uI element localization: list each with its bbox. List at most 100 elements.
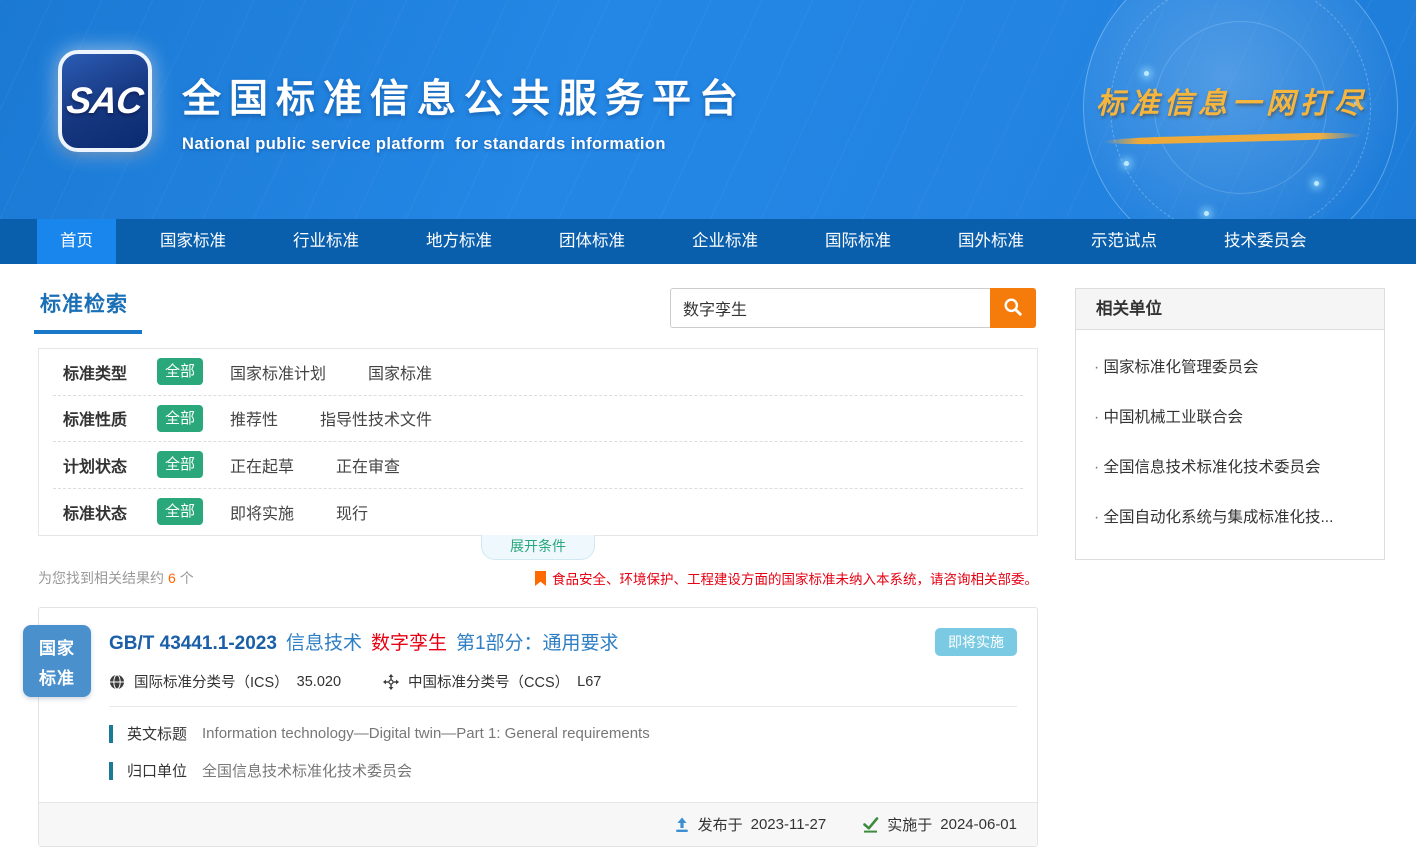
filter-option[interactable]: 即将实施 [230, 500, 294, 524]
site-subtitle: National public service platform for sta… [182, 135, 746, 154]
page-content: 标准检索 标准类型全部国家标准计划国家标准标准性质全部推荐性指导性技术文件计划状… [0, 264, 1416, 847]
filter-row-3: 标准状态全部 即将实施 现行 [53, 489, 1023, 536]
related-units-panel: 相关单位 国家标准化管理委员会中国机械工业联合会全国信息技术标准化技术委员会全国… [1075, 288, 1385, 560]
search-section: 标准检索 [38, 288, 1038, 335]
nav-item-4[interactable]: 团体标准 [536, 219, 648, 264]
nav-item-0[interactable]: 首页 [37, 219, 116, 264]
title-highlight: 数字孪生 [371, 633, 447, 654]
nav-item-1[interactable]: 国家标准 [137, 219, 249, 264]
results-row: 为您找到相关结果约6个 食品安全、环境保护、工程建设方面的国家标准未纳入本系统，… [38, 567, 1038, 589]
filter-row-label: 标准性质 [63, 406, 157, 430]
related-units-list: 国家标准化管理委员会中国机械工业联合会全国信息技术标准化技术委员会全国自动化系统… [1076, 330, 1384, 559]
card-field-1: 归口单位全国信息技术标准化技术委员会 [39, 760, 1037, 781]
filter-option[interactable]: 国家标准计划 [230, 360, 326, 384]
published-label: 发布于 [698, 814, 743, 835]
filter-row-0: 标准类型全部 国家标准计划 国家标准 [53, 349, 1023, 396]
filter-option[interactable]: 现行 [336, 500, 368, 524]
filter-all-button[interactable]: 全部 [157, 498, 203, 525]
related-unit-item-3[interactable]: 全国自动化系统与集成标准化技... [1094, 505, 1366, 527]
site-title: 全国标准信息公共服务平台 [182, 68, 746, 124]
search-icon [1003, 297, 1023, 320]
search-input[interactable] [670, 288, 990, 328]
implemented-date-item: 实施于 2024-06-01 [862, 814, 1017, 835]
field-label: 英文标题 [127, 723, 187, 744]
title-suffix: 第1部分：通用要求 [456, 633, 619, 654]
field-bar [109, 725, 113, 743]
result-card: 国家 标准 GB/T 43441.1-2023 信息技术数字孪生第1部分：通用要求… [38, 607, 1038, 847]
filter-option[interactable]: 指导性技术文件 [320, 406, 432, 430]
header-titles: 全国标准信息公共服务平台 National public service pla… [182, 68, 746, 154]
card-footer: 发布于 2023-11-27 实施于 2024-06-01 [39, 802, 1037, 846]
nav-item-5[interactable]: 企业标准 [669, 219, 781, 264]
card-fields: 英文标题 Information technology—Digital twin—… [39, 723, 1037, 781]
badge-line2: 标准 [39, 664, 75, 689]
nav-item-7[interactable]: 国外标准 [935, 219, 1047, 264]
sac-logo-text: SAC [64, 80, 145, 122]
related-unit-item-2[interactable]: 全国信息技术标准化技术委员会 [1094, 455, 1366, 477]
nav-item-6[interactable]: 国际标准 [802, 219, 914, 264]
search-box [670, 288, 1036, 328]
standard-title-link[interactable]: GB/T 43441.1-2023 信息技术数字孪生第1部分：通用要求 [109, 628, 619, 655]
nav-item-3[interactable]: 地方标准 [403, 219, 515, 264]
status-badge: 即将实施 [935, 628, 1017, 656]
search-button[interactable] [990, 288, 1036, 328]
nav-item-2[interactable]: 行业标准 [270, 219, 382, 264]
field-value: 全国信息技术标准化技术委员会 [202, 760, 412, 781]
published-date-item: 发布于 2023-11-27 [674, 814, 827, 835]
filter-option[interactable]: 国家标准 [368, 360, 432, 384]
ics-meta: 国际标准分类号（ICS） 35.020 [109, 671, 341, 692]
related-unit-item-1[interactable]: 中国机械工业联合会 [1094, 405, 1366, 427]
ics-value: 35.020 [297, 674, 341, 690]
field-value: Information technology—Digital twin—Part… [202, 725, 650, 742]
ccs-meta: 中国标准分类号（CCS） L67 [383, 671, 601, 692]
filter-all-button[interactable]: 全部 [157, 358, 203, 385]
main-nav: 首页国家标准行业标准地方标准团体标准企业标准国际标准国外标准示范试点技术委员会 [0, 219, 1416, 264]
card-field-0: 英文标题 Information technology—Digital twin—… [39, 723, 1037, 744]
expand-conditions-button[interactable]: 展开条件 [481, 535, 595, 560]
filter-option[interactable]: 正在起草 [230, 453, 294, 477]
ics-label: 国际标准分类号（ICS） [134, 671, 289, 692]
card-title-row: GB/T 43441.1-2023 信息技术数字孪生第1部分：通用要求 即将实施 [39, 608, 1037, 656]
title-prefix: 信息技术 [286, 633, 362, 654]
filter-all-button[interactable]: 全部 [157, 405, 203, 432]
filter-row-label: 计划状态 [63, 453, 157, 477]
published-date: 2023-11-27 [751, 816, 827, 833]
results-count-number: 6 [168, 570, 176, 586]
filter-option[interactable]: 推荐性 [230, 406, 278, 430]
card-divider [109, 706, 1017, 707]
globe-icon [109, 674, 125, 690]
national-standard-badge: 国家 标准 [23, 625, 91, 697]
related-unit-item-0[interactable]: 国家标准化管理委员会 [1094, 355, 1366, 377]
related-units-title: 相关单位 [1076, 289, 1384, 330]
field-bar [109, 762, 113, 780]
standard-code: GB/T 43441.1-2023 [109, 633, 277, 654]
header-slogan: 标准信息一网打尽 [1096, 80, 1368, 142]
system-notice: 食品安全、环境保护、工程建设方面的国家标准未纳入本系统，请咨询相关部委。 [535, 568, 1038, 588]
ccs-value: L67 [577, 674, 601, 690]
sac-logo[interactable]: SAC [58, 50, 152, 152]
upload-icon [674, 817, 690, 833]
implemented-date: 2024-06-01 [940, 816, 1017, 833]
filter-option[interactable]: 正在审查 [336, 453, 400, 477]
card-meta: 国际标准分类号（ICS） 35.020 中国标准分类号（CCS） L67 [39, 671, 1037, 692]
section-title-wrap: 标准检索 [34, 288, 142, 334]
nav-item-8[interactable]: 示范试点 [1068, 219, 1180, 264]
bookmark-icon [535, 571, 546, 586]
badge-line1: 国家 [39, 634, 75, 659]
filter-all-button[interactable]: 全部 [157, 451, 203, 478]
results-count-suffix: 个 [180, 570, 194, 586]
slogan-text: 标准信息一网打尽 [1096, 80, 1368, 122]
filter-row-label: 标准类型 [63, 360, 157, 384]
page-title: 标准检索 [40, 293, 128, 316]
notice-text: 食品安全、环境保护、工程建设方面的国家标准未纳入本系统，请咨询相关部委。 [552, 568, 1038, 588]
filter-row-label: 标准状态 [63, 500, 157, 524]
results-count: 为您找到相关结果约6个 [38, 568, 194, 588]
results-count-prefix: 为您找到相关结果约 [38, 570, 164, 586]
filter-box: 标准类型全部国家标准计划国家标准标准性质全部推荐性指导性技术文件计划状态全部正在… [38, 348, 1038, 536]
implemented-label: 实施于 [887, 814, 932, 835]
nav-item-9[interactable]: 技术委员会 [1201, 219, 1330, 264]
compass-icon [383, 674, 399, 690]
main-column: 标准检索 标准类型全部国家标准计划国家标准标准性质全部推荐性指导性技术文件计划状… [38, 288, 1038, 847]
field-label: 归口单位 [127, 760, 187, 781]
check-icon [862, 817, 879, 833]
